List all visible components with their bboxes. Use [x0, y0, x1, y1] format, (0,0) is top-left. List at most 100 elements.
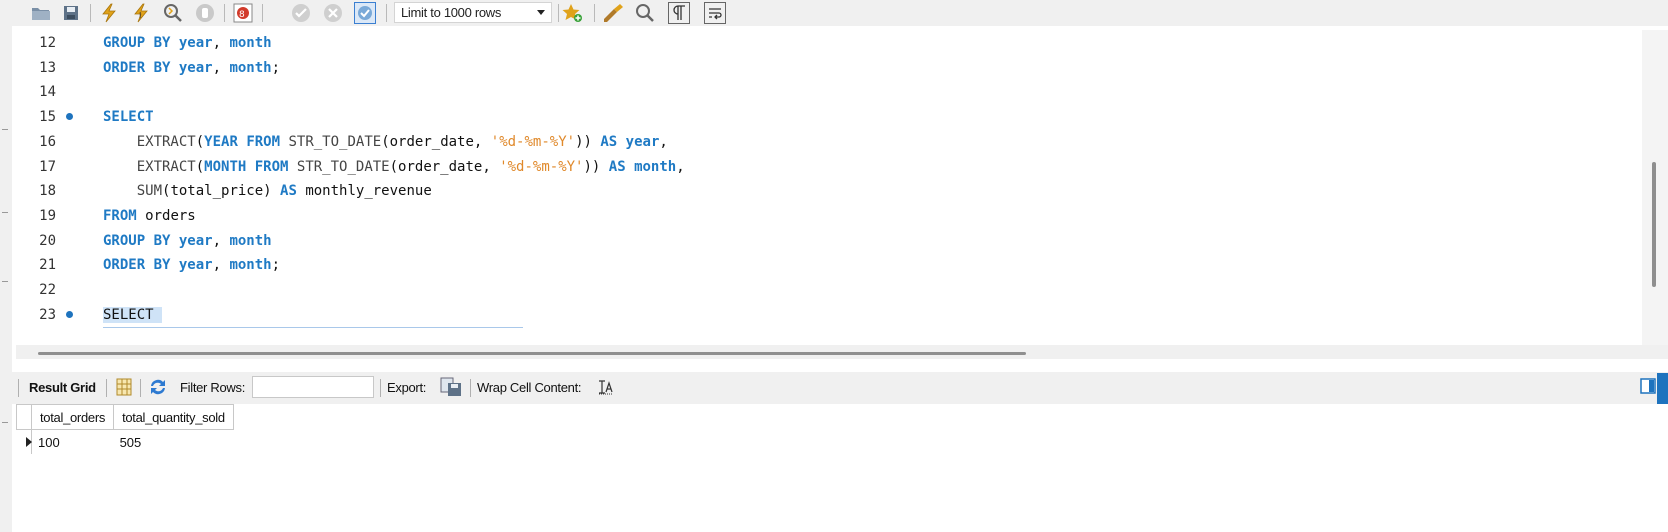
code-line[interactable]: 14: [16, 79, 1642, 105]
code-text: EXTRACT(MONTH FROM STR_TO_DATE(order_dat…: [103, 154, 685, 180]
svg-text:I: I: [139, 11, 141, 20]
cell-total-quantity-sold[interactable]: 505: [114, 430, 234, 455]
code-line[interactable]: 17 EXTRACT(MONTH FROM STR_TO_DATE(order_…: [16, 154, 1642, 180]
grid-view-icon[interactable]: [116, 378, 132, 399]
code-token: )): [575, 133, 601, 150]
code-token: year: [178, 232, 213, 249]
code-token: orders: [145, 207, 196, 224]
code-token: ;: [271, 257, 281, 274]
column-header-total-orders[interactable]: total_orders: [30, 404, 115, 430]
code-token: SELECT: [103, 306, 163, 323]
line-number: 14: [39, 84, 56, 101]
toolbar-separator: [140, 379, 141, 397]
line-number: 21: [39, 257, 56, 274]
code-line[interactable]: 22: [16, 277, 1642, 303]
editor-horizontal-scrollbar[interactable]: [16, 345, 1668, 359]
code-token: ,: [659, 133, 668, 150]
sql-editor[interactable]: 12 GROUP BY year, month 13 ORDER BY year, m…: [16, 30, 1642, 345]
toolbar-separator: [90, 4, 91, 22]
result-table: total_orders total_quantity_sold 100 505: [16, 404, 234, 454]
table-row[interactable]: 100 505: [16, 429, 234, 455]
code-line[interactable]: 23 SELECT: [16, 302, 1642, 328]
code-token: (order_date,: [381, 133, 491, 150]
code-token: (: [195, 133, 205, 150]
code-token: (total_price): [162, 183, 281, 200]
export-icon[interactable]: [440, 377, 462, 400]
limit-rows-select[interactable]: Limit to 1000 rows: [394, 2, 552, 23]
line-number: 18: [39, 183, 56, 200]
code-token: ,: [212, 232, 230, 249]
code-line[interactable]: 19 FROM orders: [16, 203, 1642, 229]
code-token: '%d-%m-%Y': [499, 158, 584, 175]
code-token: ;: [271, 59, 281, 76]
result-grid-tab[interactable]: Result Grid: [29, 380, 96, 395]
code-token: SELECT: [103, 109, 154, 126]
column-header-total-quantity-sold[interactable]: total_quantity_sold: [113, 404, 234, 430]
refresh-icon[interactable]: [148, 378, 168, 399]
code-token: AS: [608, 158, 635, 175]
line-number: 19: [39, 207, 56, 224]
code-line[interactable]: 20 GROUP BY year, month: [16, 228, 1642, 254]
rollback-icon[interactable]: [322, 2, 344, 24]
filter-rows-input[interactable]: [252, 376, 374, 398]
save-icon[interactable]: [60, 2, 82, 24]
table-header-row: total_orders total_quantity_sold: [16, 404, 234, 430]
editor-vertical-scrollbar[interactable]: [1642, 30, 1668, 345]
invisible-chars-icon[interactable]: [668, 2, 690, 24]
line-number: 22: [39, 282, 56, 298]
result-grid: total_orders total_quantity_sold 100 505: [16, 404, 1668, 532]
open-folder-icon[interactable]: [30, 2, 52, 24]
code-token: year: [625, 133, 660, 150]
beautify-icon[interactable]: [602, 2, 624, 24]
autocommit-icon[interactable]: [354, 2, 376, 24]
word-wrap-icon[interactable]: [704, 2, 726, 24]
code-token: EXTRACT: [136, 133, 196, 150]
chevron-down-icon: [537, 10, 545, 15]
code-text: SELECT: [103, 104, 154, 130]
code-line[interactable]: 15 SELECT: [16, 104, 1642, 130]
code-token: monthly_revenue: [305, 183, 432, 200]
wrap-text-icon[interactable]: [598, 379, 614, 398]
toolbar-separator: [262, 4, 263, 22]
code-token: ,: [212, 35, 230, 51]
cell-total-orders[interactable]: 100: [32, 430, 114, 455]
code-token: (order_date,: [389, 158, 500, 175]
limit-rows-label: Limit to 1000 rows: [401, 5, 502, 20]
code-token: FROM: [103, 207, 146, 224]
corner-cell[interactable]: [16, 404, 32, 430]
toggle-error-icon[interactable]: 8: [232, 2, 254, 24]
code-token: year: [178, 35, 213, 51]
execute-current-icon[interactable]: I: [130, 2, 152, 24]
code-token: GROUP BY: [103, 35, 179, 51]
stop-icon[interactable]: [194, 2, 216, 24]
explain-icon[interactable]: [162, 2, 184, 24]
code-line[interactable]: 13 ORDER BY year, month;: [16, 55, 1642, 81]
code-token: AS: [600, 133, 626, 150]
execute-icon[interactable]: [98, 2, 120, 24]
code-token: GROUP BY: [103, 232, 179, 249]
add-snippet-icon[interactable]: [562, 2, 584, 24]
code-line[interactable]: 21 ORDER BY year, month;: [16, 252, 1642, 278]
code-line[interactable]: 12 GROUP BY year, month: [16, 30, 1642, 56]
code-token: month: [229, 232, 272, 249]
code-token: STR_TO_DATE: [296, 158, 390, 175]
line-number: 13: [39, 59, 56, 76]
code-token: month: [634, 158, 677, 175]
code-line[interactable]: 18 SUM(total_price) AS monthly_revenue: [16, 178, 1642, 204]
filter-rows-label: Filter Rows:: [180, 380, 246, 395]
scrollbar-thumb[interactable]: [38, 352, 1026, 355]
toggle-side-panel-icon[interactable]: [1640, 378, 1656, 394]
code-token: (: [195, 158, 205, 175]
row-header[interactable]: [16, 429, 32, 454]
panel-tick: [2, 212, 8, 213]
code-token: year: [178, 59, 213, 76]
code-token: STR_TO_DATE: [288, 133, 382, 150]
scrollbar-thumb[interactable]: [1652, 162, 1656, 287]
toolbar-separator: [558, 4, 559, 22]
commit-icon[interactable]: [290, 2, 312, 24]
find-icon[interactable]: [634, 2, 656, 24]
line-number: 16: [39, 133, 56, 150]
code-line[interactable]: 16 EXTRACT(YEAR FROM STR_TO_DATE(order_d…: [16, 129, 1642, 155]
